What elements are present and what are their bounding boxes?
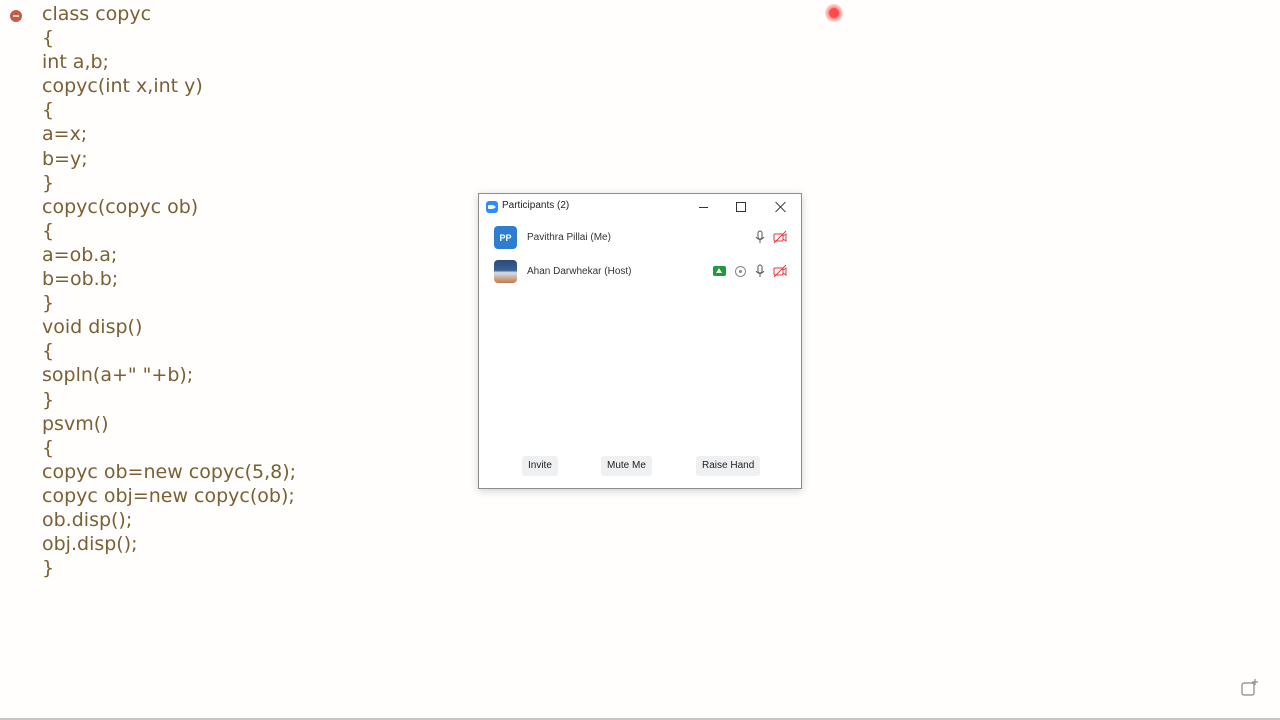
code-line: } <box>42 388 55 411</box>
code-area: class copyc { int a,b; copyc(int x,int y… <box>42 2 296 580</box>
window-titlebar[interactable]: Participants (2) <box>479 194 801 220</box>
participant-row[interactable]: Ahan Darwhekar (Host) <box>479 256 801 288</box>
bookmark-icon[interactable] <box>10 10 22 22</box>
code-line: int a,b; <box>42 51 109 74</box>
code-line: { <box>42 99 55 122</box>
maximize-button[interactable] <box>722 194 760 220</box>
microphone-icon[interactable] <box>753 264 767 278</box>
recording-indicator-icon <box>825 4 843 22</box>
code-line: class copyc <box>42 3 152 25</box>
code-line: copyc(copyc ob) <box>42 195 199 218</box>
avatar-initials: PP <box>499 232 512 243</box>
participants-window: Participants (2) PP Pavithra Pillai (Me)… <box>478 193 802 489</box>
screen-share-icon[interactable] <box>713 266 726 276</box>
close-button[interactable] <box>762 194 800 220</box>
minimize-icon <box>698 206 708 208</box>
video-off-icon[interactable] <box>773 264 787 278</box>
code-line: { <box>42 219 55 242</box>
code-line: copyc(int x,int y) <box>42 75 203 98</box>
code-line: b=ob.b; <box>42 268 119 291</box>
invite-button[interactable]: Invite <box>522 456 558 476</box>
close-icon <box>775 201 787 213</box>
participant-name: Pavithra Pillai (Me) <box>527 232 611 243</box>
code-line: copyc ob=new copyc(5,8); <box>42 460 297 483</box>
code-line: psvm() <box>42 412 109 435</box>
participant-name: Ahan Darwhekar (Host) <box>527 266 632 277</box>
code-line: { <box>42 340 55 363</box>
avatar <box>494 260 517 283</box>
video-off-icon[interactable] <box>773 230 787 244</box>
code-line: { <box>42 27 55 50</box>
code-line: copyc obj=new copyc(ob); <box>42 484 295 507</box>
new-page-icon[interactable] <box>1240 678 1260 698</box>
minimize-button[interactable] <box>684 194 722 220</box>
code-line: } <box>42 557 55 580</box>
mute-me-button[interactable]: Mute Me <box>601 456 652 476</box>
code-line: a=ob.a; <box>42 243 118 266</box>
code-line: } <box>42 292 55 315</box>
code-line: a=x; <box>42 123 88 146</box>
code-line: ob.disp(); <box>42 508 133 531</box>
maximize-icon <box>736 202 746 212</box>
raise-hand-button[interactable]: Raise Hand <box>696 456 761 476</box>
participant-row[interactable]: PP Pavithra Pillai (Me) <box>479 222 801 254</box>
code-line: } <box>42 171 55 194</box>
window-title: Participants (2) <box>502 200 570 211</box>
code-line: void disp() <box>42 316 143 339</box>
microphone-icon[interactable] <box>753 230 767 244</box>
recording-icon <box>735 266 746 277</box>
avatar: PP <box>494 226 517 249</box>
code-line: b=y; <box>42 147 88 170</box>
code-line: sopln(a+" "+b); <box>42 364 194 387</box>
zoom-app-icon <box>486 201 498 213</box>
code-line: obj.disp(); <box>42 533 138 556</box>
code-line: { <box>42 436 55 459</box>
